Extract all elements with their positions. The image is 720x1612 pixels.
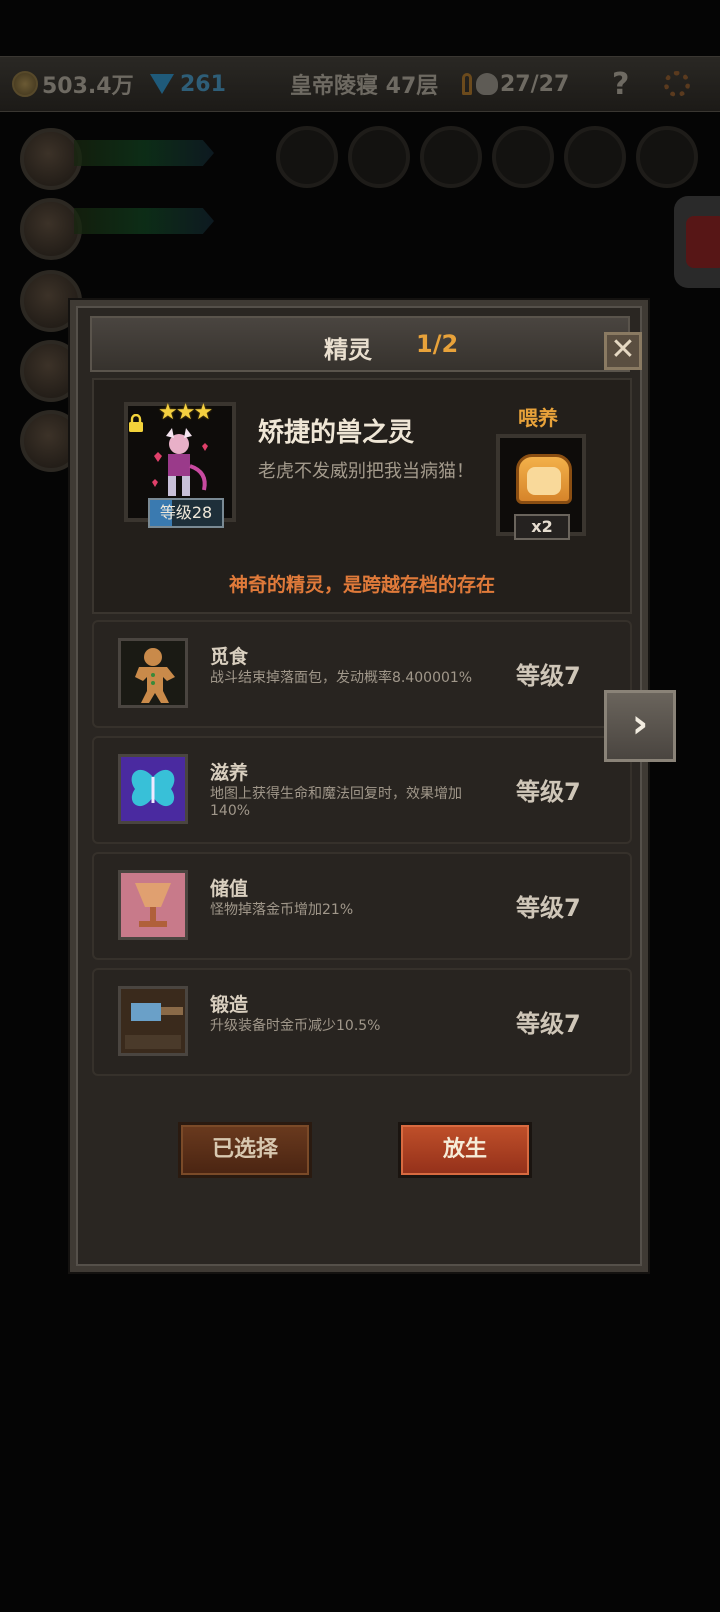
skill-description: 怪物掉落金币增加21% xyxy=(210,902,354,918)
dialog-title: 精灵 xyxy=(324,336,372,364)
help-button[interactable]: ? xyxy=(612,57,629,111)
dialog-title-bar: 精灵 1/2 ✕ xyxy=(90,316,642,372)
goblet-icon xyxy=(118,870,188,940)
hammer-icon xyxy=(118,986,188,1056)
sprite-dialog: 精灵 1/2 ✕ ★★★ 等级28 矫捷的兽之灵 老虎不发威别把我当病猫！ 喂养… xyxy=(70,300,648,1272)
kill-value: 27/27 xyxy=(500,71,570,97)
close-button[interactable]: ✕ xyxy=(604,332,642,370)
sprite-footer-text: 神奇的精灵，是跨越存档的存在 xyxy=(228,574,495,596)
lock-icon[interactable] xyxy=(128,414,144,432)
sprite-portrait[interactable]: ★★★ 等级28 xyxy=(124,400,236,528)
key-icon xyxy=(462,73,472,95)
next-page-button[interactable]: › xyxy=(604,690,676,762)
item-slot[interactable] xyxy=(276,126,338,188)
hero-portrait[interactable] xyxy=(20,198,82,260)
feed-label: 喂养 xyxy=(518,406,558,430)
skill-level: 等级7 xyxy=(516,662,581,690)
item-slot[interactable] xyxy=(348,126,410,188)
beast-spirit-sprite xyxy=(152,428,208,496)
item-slot[interactable] xyxy=(492,126,554,188)
kill-counter: 27/27 xyxy=(462,57,569,111)
sprite-level-text: 等级28 xyxy=(159,503,213,522)
side-menu-button[interactable] xyxy=(674,196,720,288)
skill-row[interactable]: 觅食 战斗结束掉落面包，发动概率8.400001% 等级7 xyxy=(92,620,632,728)
close-icon: ✕ xyxy=(610,332,636,367)
sprite-name: 矫捷的兽之灵 xyxy=(258,418,415,448)
skill-description: 升级装备时金币减少10.5% xyxy=(210,1018,381,1034)
gingerbread-icon xyxy=(118,638,188,708)
gem-value: 261 xyxy=(180,71,226,97)
skill-description: 战斗结束掉落面包，发动概率8.400001% xyxy=(210,670,473,686)
bread-icon xyxy=(516,454,572,504)
location-label: 皇帝陵寝 47层 xyxy=(290,57,438,111)
selected-button[interactable]: 已选择 xyxy=(178,1122,312,1178)
skill-row[interactable]: 滋养 地图上获得生命和魔法回复时，效果增加140% 等级7 xyxy=(92,736,632,844)
gold-counter: 503.4万 xyxy=(12,57,134,111)
gem-counter: 261 xyxy=(150,57,226,111)
gear-icon xyxy=(664,71,690,97)
item-slot[interactable] xyxy=(564,126,626,188)
skill-level: 等级7 xyxy=(516,894,581,922)
settings-button[interactable] xyxy=(664,57,690,111)
skill-row[interactable]: 锻造 升级装备时金币减少10.5% 等级7 xyxy=(92,968,632,1076)
help-icon: ? xyxy=(612,66,630,102)
chevron-right-icon: › xyxy=(631,701,649,747)
hero-hp-bar xyxy=(74,208,214,234)
gold-value: 503.4万 xyxy=(42,74,134,99)
coin-icon xyxy=(12,71,38,97)
skill-description: 地图上获得生命和魔法回复时，效果增加140% xyxy=(210,786,462,819)
location-text: 皇帝陵寝 47层 xyxy=(290,74,439,99)
skill-row[interactable]: 储值 怪物掉落金币增加21% 等级7 xyxy=(92,852,632,960)
skill-level: 等级7 xyxy=(516,1010,581,1038)
skill-name: 觅食 xyxy=(210,646,249,668)
rarity-stars: ★★★ xyxy=(158,400,213,425)
top-hud: 503.4万 261 皇帝陵寝 47层 27/27 ? xyxy=(0,56,720,112)
skill-name: 储值 xyxy=(210,878,249,900)
skill-name: 锻造 xyxy=(210,994,249,1016)
skull-icon xyxy=(476,73,498,95)
gem-icon xyxy=(150,74,174,94)
skill-level: 等级7 xyxy=(516,778,581,806)
side-menu-icon xyxy=(686,216,720,268)
page-indicator: 1/2 xyxy=(416,330,459,358)
feed-count: x2 xyxy=(514,514,570,540)
skill-name: 滋养 xyxy=(210,762,249,784)
item-slot[interactable] xyxy=(420,126,482,188)
hero-portrait[interactable] xyxy=(20,128,82,190)
sprite-info-panel: ★★★ 等级28 矫捷的兽之灵 老虎不发威别把我当病猫！ 喂养 x2 神奇的精灵… xyxy=(92,378,632,614)
item-slot[interactable] xyxy=(636,126,698,188)
hero-hp-bar xyxy=(74,140,214,166)
sprite-level-badge: 等级28 xyxy=(148,498,224,528)
release-button[interactable]: 放生 xyxy=(398,1122,532,1178)
sprite-description: 老虎不发威别把我当病猫！ xyxy=(258,461,474,482)
butterfly-icon xyxy=(118,754,188,824)
feed-button[interactable]: x2 xyxy=(496,434,586,540)
